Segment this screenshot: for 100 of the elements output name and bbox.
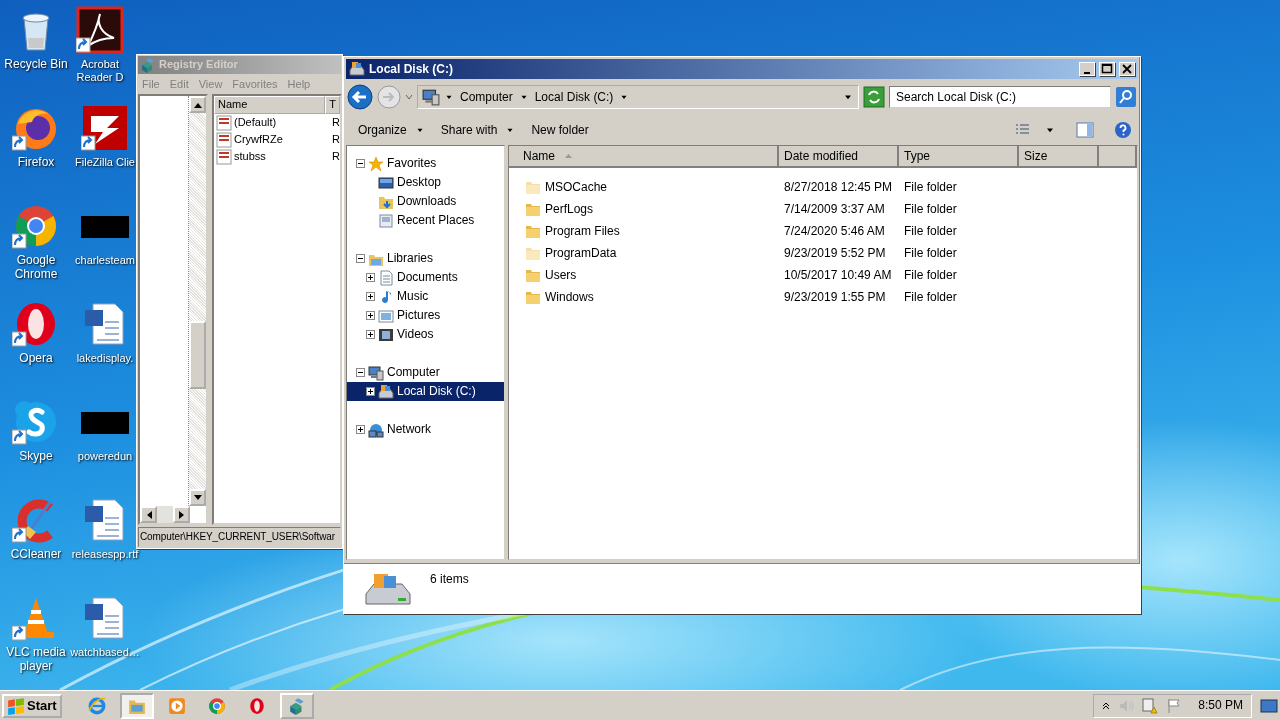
nav-item[interactable]: Network	[347, 420, 504, 439]
table-cell-text: 7/24/2020 5:46 AM	[783, 223, 886, 239]
picture-icon	[378, 307, 394, 324]
taskbar-button[interactable]	[279, 692, 314, 719]
scrollbar-thumb[interactable]	[189, 321, 206, 389]
value-name: CrywfRZe	[234, 132, 283, 147]
file-name[interactable]: ProgramData	[545, 245, 617, 261]
expand-toggle[interactable]	[366, 387, 375, 396]
string-value-icon	[216, 148, 232, 165]
nav-item[interactable]: Downloads	[347, 192, 504, 211]
expand-toggle[interactable]	[366, 330, 375, 339]
expand-toggle[interactable]	[366, 273, 375, 282]
drive-icon	[378, 383, 394, 400]
nav-item[interactable]: Computer	[347, 363, 504, 382]
maximize-icon	[1101, 63, 1113, 75]
table-cell-text: File folder	[903, 245, 958, 261]
window-title: Registry Editor	[159, 58, 238, 72]
nav-item[interactable]: Videos	[347, 325, 504, 344]
scroll-down-icon	[193, 494, 202, 501]
file-name[interactable]: MSOCache	[545, 179, 608, 195]
search-icon	[1115, 86, 1137, 108]
nav-item[interactable]: Desktop	[347, 173, 504, 192]
collapse-toggle[interactable]	[356, 254, 365, 263]
scrollbar[interactable]	[189, 96, 206, 506]
nav-item[interactable]: Recent Places	[347, 211, 504, 230]
nav-item[interactable]: Pictures	[347, 306, 504, 325]
toolbar-button[interactable]: Share with	[434, 120, 522, 140]
file-name[interactable]: Users	[545, 267, 577, 283]
close-button[interactable]	[1119, 62, 1135, 76]
chevron-icon	[1102, 701, 1111, 710]
column-header[interactable]: Name	[214, 96, 326, 114]
search-field[interactable]: Search Local Disk (C:)	[889, 86, 1111, 108]
pane-icon	[1076, 122, 1094, 138]
scrollbar[interactable]	[140, 506, 190, 523]
nav-item[interactable]: Local Disk (C:)	[347, 382, 504, 401]
column-header[interactable]: Name	[509, 146, 779, 166]
table-cell-text: 10/5/2017 10:49 AM	[783, 267, 893, 283]
expand-toggle[interactable]	[366, 292, 375, 301]
close-icon	[1121, 63, 1133, 75]
column-header[interactable]: Size	[1019, 146, 1099, 166]
clock: 8:50 PM	[1198, 698, 1243, 713]
taskbar-button[interactable]	[119, 692, 154, 719]
table-cell-text: 9/23/2019 1:55 PM	[783, 289, 887, 305]
breadcrumb-item[interactable]: Computer	[458, 89, 515, 105]
table-cell-text: File folder	[903, 267, 958, 283]
column-header[interactable]: Type	[899, 146, 1019, 166]
chrome-icon	[207, 696, 226, 715]
collapse-toggle[interactable]	[356, 159, 365, 168]
windows-flag-icon	[7, 696, 25, 715]
string-value-icon	[216, 114, 232, 131]
table-cell-text: File folder	[903, 223, 958, 239]
flag-icon	[1166, 697, 1183, 714]
nav-item[interactable]: Libraries	[347, 249, 504, 268]
desktop-icon	[1260, 698, 1278, 713]
start-button[interactable]: Start	[2, 693, 62, 718]
value-type: R	[332, 115, 340, 130]
recent-pages-button[interactable]	[405, 93, 413, 101]
search-button[interactable]	[1115, 86, 1137, 108]
monitor-icon	[378, 174, 394, 191]
table-cell-text: 8/27/2018 12:45 PM	[783, 179, 894, 195]
back-button[interactable]	[347, 84, 373, 110]
file-name[interactable]: PerfLogs	[545, 201, 594, 217]
refresh-button[interactable]	[863, 86, 885, 108]
minimize-button[interactable]	[1079, 62, 1095, 76]
address-bar[interactable]: Computer Local Disk (C:)	[417, 85, 859, 109]
table-cell-text: File folder	[903, 201, 958, 217]
status-bar: Computer\HKEY_CURRENT_USER\Softwar	[138, 527, 341, 547]
help-button[interactable]	[1114, 121, 1132, 139]
nav-item[interactable]: Favorites	[347, 154, 504, 173]
value-type: R	[332, 149, 340, 164]
string-value-icon	[216, 131, 232, 148]
breadcrumb-item[interactable]: Local Disk (C:)	[532, 89, 616, 105]
table-cell-text: File folder	[903, 289, 958, 305]
drive-icon	[364, 572, 412, 608]
computer-icon	[368, 364, 384, 381]
expand-toggle[interactable]	[356, 425, 365, 434]
file-name[interactable]: Windows	[545, 289, 594, 305]
play-icon	[167, 696, 186, 715]
collapse-toggle[interactable]	[356, 368, 365, 377]
refresh-icon	[863, 86, 885, 108]
nav-item[interactable]: Documents	[347, 268, 504, 287]
star-icon	[368, 155, 384, 172]
maximize-button[interactable]	[1099, 62, 1115, 76]
table-cell-text: File folder	[903, 179, 958, 195]
scroll-up-icon	[193, 101, 202, 108]
expand-toggle[interactable]	[366, 311, 375, 320]
toolbar-button[interactable]: New folder	[525, 120, 595, 140]
browser-e-icon	[87, 696, 106, 715]
value-type: R	[332, 132, 340, 147]
sort-arrow-icon	[565, 154, 572, 158]
window-title: Local Disk (C:)	[369, 61, 453, 77]
toolbar-button[interactable]: Organize	[352, 120, 431, 140]
file-name[interactable]: Program Files	[545, 223, 620, 239]
nav-item[interactable]: Music	[347, 287, 504, 306]
column-header[interactable]: T	[325, 96, 340, 114]
minimize-icon	[1084, 71, 1090, 74]
column-header[interactable]: Date modified	[779, 146, 899, 166]
show-desktop-button[interactable]	[1260, 698, 1278, 713]
network-warning-icon	[1142, 697, 1159, 714]
cubes-icon	[140, 57, 156, 73]
